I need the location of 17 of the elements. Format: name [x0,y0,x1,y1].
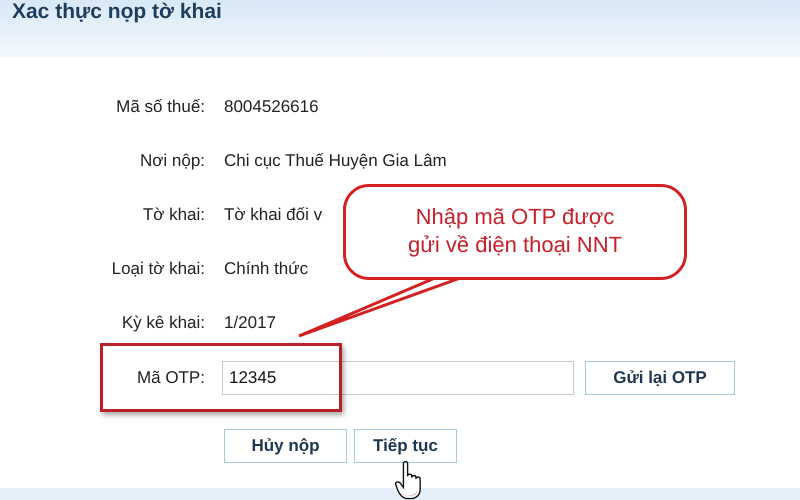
otp-input-field[interactable]: 12345 [222,361,574,395]
field-label: Loại tờ khai: [110,259,205,279]
field-value: 1/2017 [224,313,276,333]
field-value: Chi cục Thuế Huyện Gia Lâm [224,151,447,171]
field-label: Nơi nộp: [138,151,205,171]
resend-otp-button[interactable]: Gửi lại OTP [585,361,735,395]
hand-cursor-icon [395,461,423,500]
field-label: Mã số thuế: [115,97,205,117]
field-value: Tờ khai đối v [224,205,322,225]
field-value: 8004526616 [224,97,319,117]
field-label: Mã OTP: [136,368,205,388]
form-title: Xac thực nọp tờ khai [12,0,223,24]
cancel-button[interactable]: Hủy nộp [224,429,347,463]
field-label: Kỳ kê khai: [120,313,205,333]
continue-button[interactable]: Tiếp tục [354,429,457,463]
field-value: Chính thức [224,259,308,279]
field-label: Tờ khai: [142,205,205,225]
